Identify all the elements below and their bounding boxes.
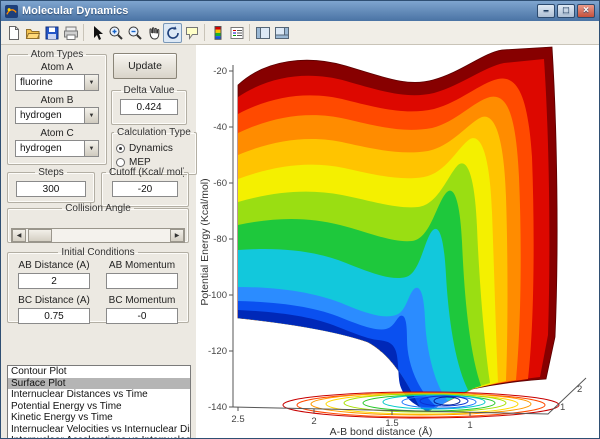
chevron-down-icon[interactable]: ▼ — [84, 75, 98, 90]
slider-thumb[interactable] — [28, 229, 52, 242]
title-bar[interactable]: Molecular Dynamics – □ × — [1, 1, 599, 21]
new-document-icon — [6, 25, 22, 41]
maximize-button[interactable]: □ — [557, 4, 575, 18]
ab-distance-field[interactable]: 2 — [18, 273, 90, 289]
atom-a-value: fluorine — [20, 77, 53, 88]
edit-plot-button[interactable] — [87, 23, 106, 43]
update-button[interactable]: Update — [113, 53, 177, 79]
collision-angle-slider[interactable]: ◀ ▶ — [11, 228, 185, 243]
atom-b-label: Atom B — [10, 95, 104, 106]
zoom-in-button[interactable] — [106, 23, 125, 43]
toolbar-separator — [83, 24, 84, 41]
window-title: Molecular Dynamics — [22, 5, 128, 17]
steps-field[interactable]: 300 — [16, 181, 86, 197]
close-button[interactable]: × — [577, 4, 595, 18]
zoom-in-icon — [108, 25, 124, 41]
plot-canvas[interactable] — [196, 45, 600, 439]
data-cursor-button[interactable] — [182, 23, 201, 43]
collision-angle-title: Collision Angle — [62, 203, 134, 214]
app-window: Molecular Dynamics – □ × — [0, 0, 600, 439]
zoom-out-icon — [127, 25, 143, 41]
chevron-down-icon[interactable]: ▼ — [84, 108, 98, 123]
figure-toolbar — [1, 21, 599, 45]
steps-title: Steps — [35, 167, 67, 178]
list-item[interactable]: Kinetic Energy vs Time — [8, 412, 190, 424]
pan-hand-icon — [146, 25, 162, 41]
new-document-button[interactable] — [4, 23, 23, 43]
bc-momentum-field[interactable]: -0 — [106, 308, 178, 324]
list-item[interactable]: Contour Plot — [8, 366, 190, 378]
atom-c-dropdown[interactable]: hydrogen ▼ — [15, 140, 99, 157]
ab-momentum-field[interactable] — [106, 273, 178, 289]
pan-button[interactable] — [144, 23, 163, 43]
radio-dot-icon — [116, 158, 125, 167]
dynamics-label: Dynamics — [129, 143, 173, 154]
atom-c-label: Atom C — [10, 128, 104, 139]
bc-distance-field[interactable]: 0.75 — [18, 308, 90, 324]
insert-legend-button[interactable] — [227, 23, 246, 43]
legend-icon — [229, 25, 245, 41]
hide-plot-tools-button[interactable] — [253, 23, 272, 43]
atom-types-group: Atom Types Atom A fluorine ▼ Atom B hydr… — [7, 49, 107, 165]
control-panel: Atom Types Atom A fluorine ▼ Atom B hydr… — [1, 45, 196, 438]
list-item[interactable]: Internuclear Distances vs Time — [8, 389, 190, 401]
delta-value-field[interactable]: 0.424 — [120, 99, 178, 115]
steps-group: Steps 300 — [7, 167, 95, 203]
plot-tools-hide-icon — [255, 25, 271, 41]
toolbar-separator — [204, 24, 205, 41]
atom-a-dropdown[interactable]: fluorine ▼ — [15, 74, 99, 91]
rotate-3d-icon — [165, 25, 181, 41]
delta-value-title: Delta Value — [121, 85, 178, 96]
plot-type-listbox[interactable]: Contour Plot Surface Plot Internuclear D… — [7, 365, 191, 439]
list-item[interactable]: Internuclear Velocities vs Internuclear … — [8, 424, 190, 436]
radio-dot-icon — [116, 144, 125, 153]
print-icon — [63, 25, 79, 41]
ab-distance-label: AB Distance (A) — [14, 260, 94, 271]
atom-a-label: Atom A — [10, 62, 104, 73]
zoom-out-button[interactable] — [125, 23, 144, 43]
initial-conditions-title: Initial Conditions — [58, 247, 137, 258]
minimize-button[interactable]: – — [537, 4, 555, 18]
cursor-arrow-icon — [89, 25, 105, 41]
cutoff-title: Cutoff (Kcal/ mol) — [106, 167, 184, 178]
insert-colorbar-button[interactable] — [208, 23, 227, 43]
dynamics-radio[interactable]: Dynamics — [116, 143, 192, 154]
toolbar-separator — [249, 24, 250, 41]
plot-tools-show-icon — [274, 25, 290, 41]
atom-b-value: hydrogen — [20, 110, 62, 121]
list-item[interactable]: Internuclear Accelerations vs Internucle… — [8, 435, 190, 439]
colorbar-icon — [210, 25, 226, 41]
data-cursor-icon — [184, 25, 200, 41]
open-file-button[interactable] — [23, 23, 42, 43]
ab-momentum-label: AB Momentum — [102, 260, 182, 271]
open-folder-icon — [25, 25, 41, 41]
list-item-selected[interactable]: Surface Plot — [8, 378, 190, 390]
app-icon — [5, 5, 18, 18]
initial-conditions-group: Initial Conditions AB Distance (A) AB Mo… — [7, 247, 189, 323]
slider-right-arrow-icon[interactable]: ▶ — [170, 229, 184, 242]
chevron-down-icon[interactable]: ▼ — [84, 141, 98, 156]
rotate-3d-button[interactable] — [163, 23, 182, 43]
save-button[interactable] — [42, 23, 61, 43]
cutoff-field[interactable]: -20 — [112, 181, 178, 197]
save-icon — [44, 25, 60, 41]
bc-distance-label: BC Distance (A) — [14, 295, 94, 306]
print-button[interactable] — [61, 23, 80, 43]
atom-types-title: Atom Types — [28, 49, 87, 60]
calculation-type-title: Calculation Type — [114, 127, 194, 138]
delta-value-group: Delta Value 0.424 — [111, 85, 187, 125]
atom-b-dropdown[interactable]: hydrogen ▼ — [15, 107, 99, 124]
bc-momentum-label: BC Momentum — [102, 295, 182, 306]
show-plot-tools-button[interactable] — [272, 23, 291, 43]
slider-left-arrow-icon[interactable]: ◀ — [12, 229, 26, 242]
collision-angle-group: Collision Angle ◀ ▶ — [7, 203, 189, 243]
cutoff-group: Cutoff (Kcal/ mol) -20 — [101, 167, 189, 207]
list-item[interactable]: Potential Energy vs Time — [8, 401, 190, 413]
atom-c-value: hydrogen — [20, 143, 62, 154]
